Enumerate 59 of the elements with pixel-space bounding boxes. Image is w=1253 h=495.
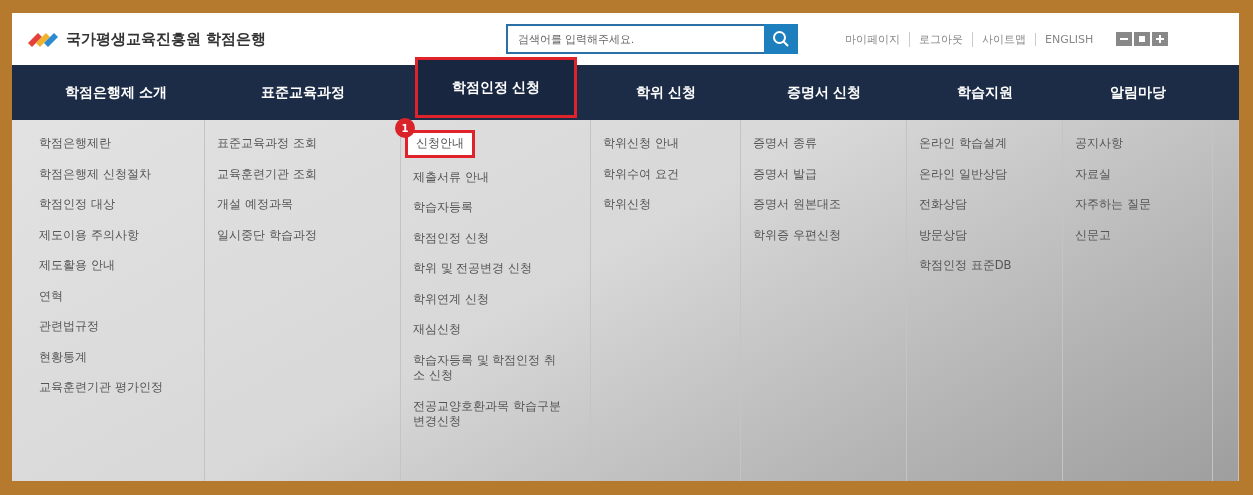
menu-item[interactable]: 제출서류 안내 — [413, 169, 489, 186]
menu-item[interactable]: 학위신청 — [603, 197, 651, 213]
menu-item[interactable]: 일시중단 학습과정 — [217, 227, 317, 244]
menu-item[interactable]: 학위 및 전공변경 신청 — [413, 261, 532, 277]
header-link[interactable]: 로그아웃 — [909, 31, 972, 47]
menu-item[interactable]: 개설 예정과목 — [217, 197, 293, 213]
step-badge: 1 — [395, 118, 415, 138]
menu-item[interactable]: 방문상담 — [919, 227, 967, 244]
menu-item[interactable]: 제도이용 주의사항 — [39, 227, 139, 244]
menu-item[interactable]: 학위증 우편신청 — [753, 227, 841, 244]
menu-item[interactable]: 온라인 일반상담 — [919, 166, 1007, 183]
site-logo[interactable]: 국가평생교육진흥원 학점은행 — [66, 29, 267, 49]
menu-item[interactable]: 학점인정 신청 — [413, 230, 489, 247]
zoom-out-button[interactable] — [1116, 32, 1133, 46]
menu-item[interactable]: 학습자등록 및 학점인정 취소 신청 — [413, 352, 563, 384]
menu-item[interactable]: 관련법규정 — [39, 319, 99, 335]
nav-tab[interactable]: 알림마당 — [1063, 65, 1213, 120]
menu-item[interactable]: 온라인 학습설계 — [919, 136, 1007, 152]
menu-item[interactable]: 제도활용 안내 — [39, 258, 115, 274]
header-link[interactable]: 사이트맵 — [972, 31, 1035, 47]
header-link[interactable]: 마이페이지 — [836, 31, 909, 47]
square-icon — [1138, 35, 1147, 43]
search-field[interactable]: 검색어를 입력해주세요. — [506, 24, 764, 54]
menu-item[interactable]: 재심신청 — [413, 322, 461, 338]
menu-item[interactable]: 학점인정 대상 — [39, 197, 115, 213]
menu-item[interactable]: 연혁 — [39, 288, 63, 305]
nav-tab[interactable]: 학위 신청 — [591, 65, 741, 120]
search-button[interactable] — [764, 24, 798, 54]
menu-item[interactable]: 교육훈련기관 평가인정 — [39, 380, 163, 396]
menu-item[interactable]: 학위수여 요건 — [603, 166, 679, 183]
search-icon — [772, 30, 790, 48]
menu-item[interactable]: 학위연계 신청 — [413, 291, 489, 308]
menu-item[interactable]: 증명서 종류 — [753, 136, 817, 152]
menu-item[interactable]: 학습자등록 — [413, 200, 473, 216]
menu-item[interactable]: 학점은행제란 — [39, 136, 111, 152]
nav-tab[interactable]: 증명서 신청 — [741, 65, 907, 120]
menu-item[interactable]: 현황통계 — [39, 349, 87, 366]
plus-icon — [1156, 35, 1165, 43]
menu-item[interactable]: 표준교육과정 조회 — [217, 136, 317, 152]
menu-item[interactable]: 증명서 발급 — [753, 166, 817, 183]
menu-item[interactable]: 증명서 원본대조 — [753, 197, 841, 213]
menu-item[interactable]: 자주하는 질문 — [1075, 197, 1151, 213]
nav-tab[interactable]: 학습지원 — [907, 65, 1063, 120]
header-link[interactable]: ENGLISH — [1035, 32, 1103, 46]
nav-tab[interactable]: 학점은행제 소개 — [27, 65, 205, 120]
menu-item[interactable]: 학점인정 표준DB — [919, 258, 1012, 274]
minus-icon — [1120, 35, 1129, 43]
nav-tab[interactable]: 학점인정 신청 — [415, 57, 577, 118]
menu-item[interactable]: 자료실 — [1075, 166, 1111, 183]
menu-item[interactable]: 전화상담 — [919, 197, 967, 213]
menu-item[interactable]: 학점은행제 신청절차 — [39, 166, 151, 183]
menu-item[interactable]: 공지사항 — [1075, 136, 1123, 152]
menu-item[interactable]: 신문고 — [1075, 227, 1111, 244]
menu-item[interactable]: 학위신청 안내 — [603, 136, 679, 152]
zoom-reset-button[interactable] — [1134, 32, 1151, 46]
zoom-in-button[interactable] — [1152, 32, 1169, 46]
nav-tab[interactable]: 표준교육과정 — [205, 65, 401, 120]
menu-item[interactable]: 전공교양호환과목 학습구분 변경신청 — [413, 398, 563, 430]
menu-item[interactable]: 교육훈련기관 조회 — [217, 166, 317, 183]
